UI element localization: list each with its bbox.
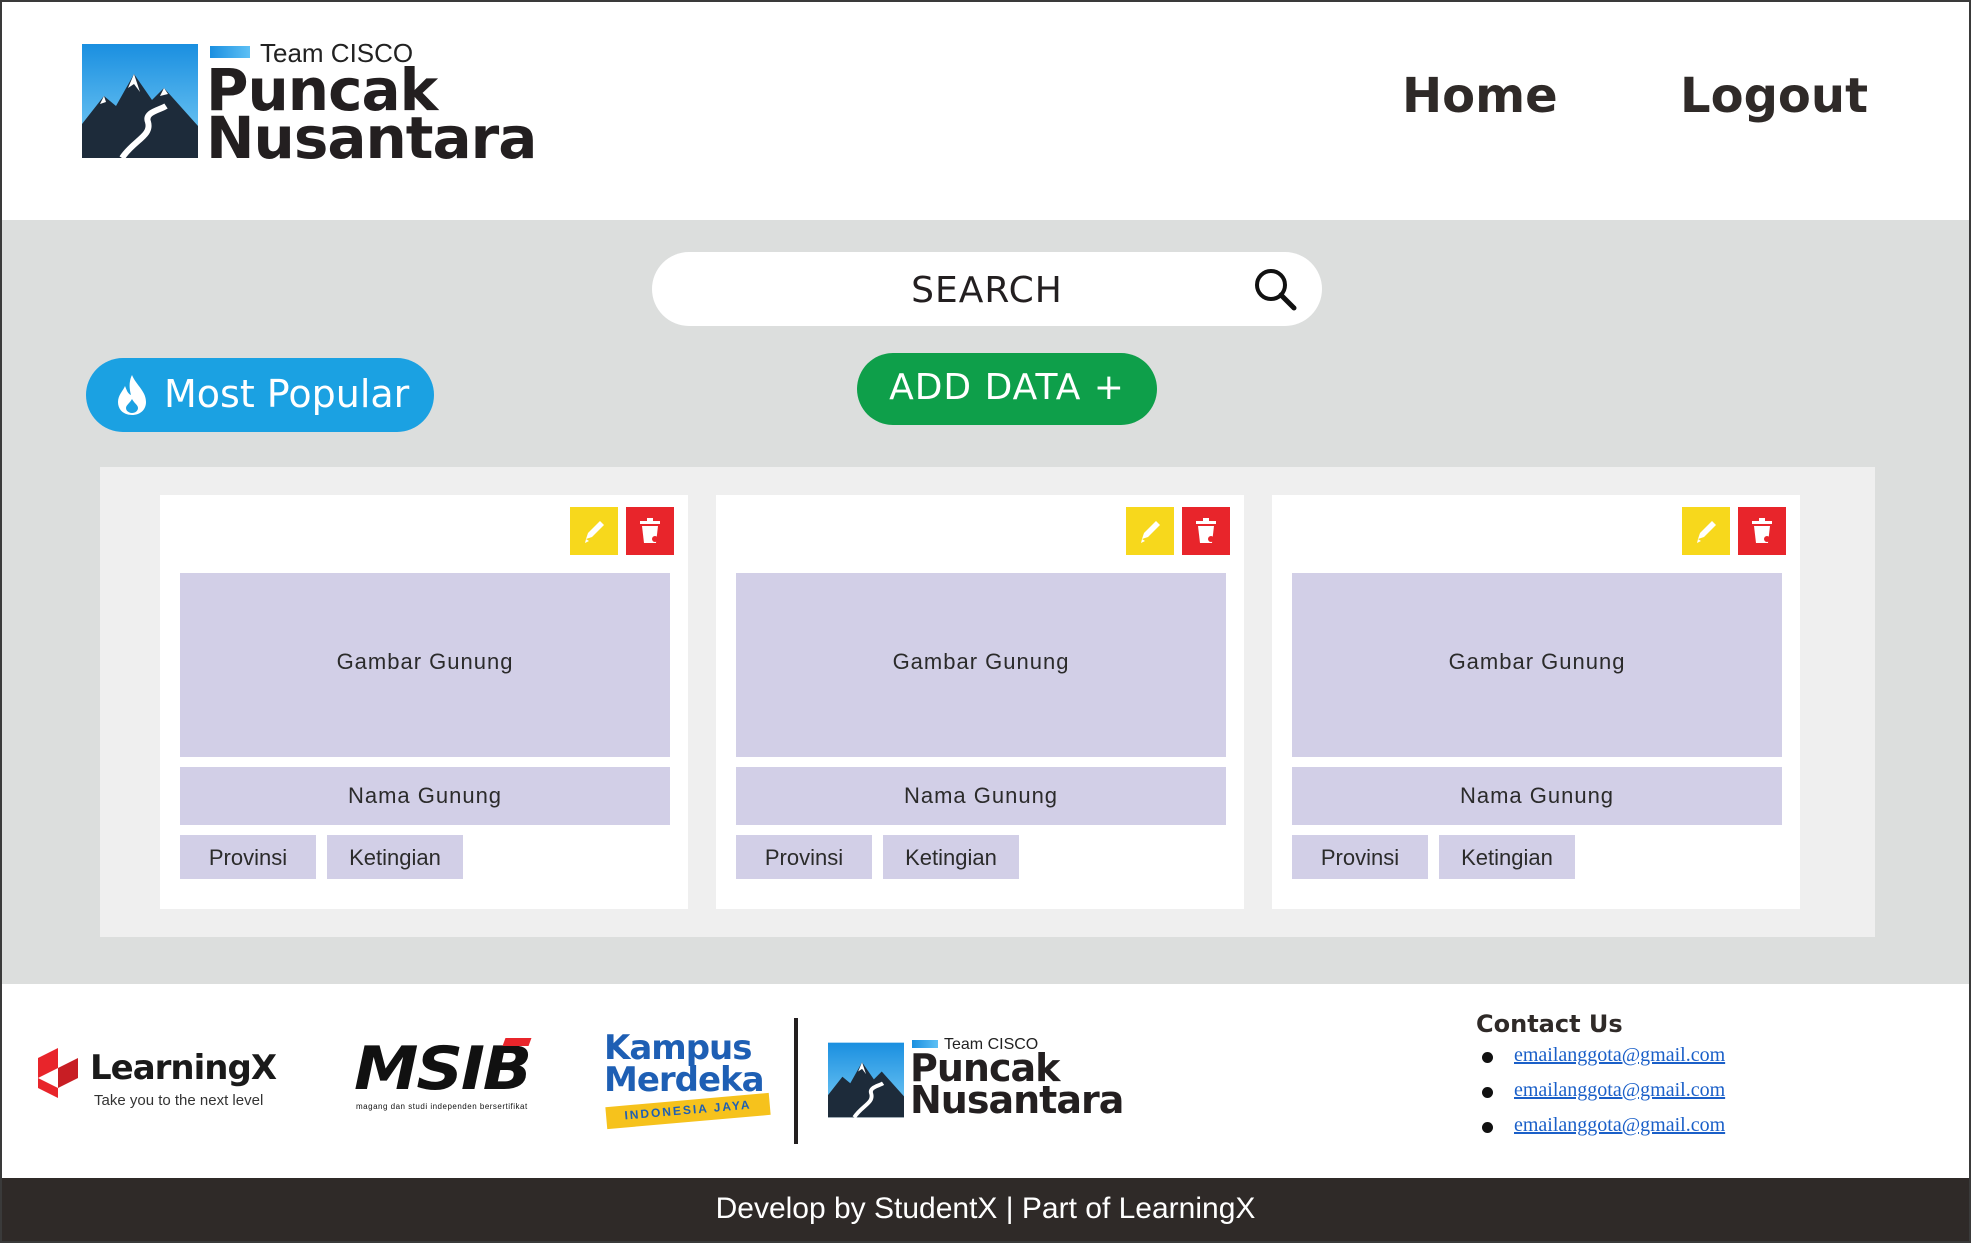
mountain-name: Nama Gunung [347, 783, 503, 808]
edit-button[interactable] [1126, 507, 1174, 555]
search-icon[interactable] [1252, 266, 1298, 312]
learningx-mark-icon [38, 1048, 78, 1098]
search-bar[interactable]: SEARCH [652, 252, 1322, 326]
fire-icon [118, 375, 146, 415]
most-popular-button[interactable]: Most Popular [86, 358, 434, 432]
page-frame: Team CISCO Puncak Nusantara Home Logout … [0, 0, 1971, 1243]
mountain-logo-icon [828, 1042, 904, 1118]
trash-icon [1196, 518, 1216, 543]
image-label: Gambar Gunung [1448, 649, 1626, 674]
trash-icon [1752, 518, 1772, 543]
footer-divider [794, 1018, 798, 1144]
mountain-name-field: Nama Gunung [736, 767, 1226, 825]
logo-title-line2: Nusantara [206, 104, 537, 172]
pencil-icon [1141, 521, 1160, 543]
learningx-name: LearningX [90, 1048, 277, 1088]
contact-section: Contact Us emailanggota@gmail.com emaila… [1476, 1010, 1896, 1149]
contact-item: emailanggota@gmail.com [1476, 1079, 1896, 1114]
mountain-image-placeholder: Gambar Gunung [736, 573, 1226, 757]
contact-email-link[interactable]: emailanggota@gmail.com [1514, 1044, 1725, 1066]
province-label: Provinsi [764, 845, 844, 870]
kampus-merdeka-logo: Kampus Merdeka INDONESIA JAYA [604, 1030, 774, 1130]
credit-text: Develop by StudentX | Part of LearningX [715, 1192, 1256, 1225]
mountain-name-field: Nama Gunung [180, 767, 670, 825]
province-label: Provinsi [208, 845, 288, 870]
mountain-card[interactable]: Gambar Gunung Nama Gunung Provinsi Ketin… [716, 495, 1244, 909]
add-data-label: ADD DATA + [889, 367, 1125, 408]
nav-home-link[interactable]: Home [1402, 68, 1558, 124]
learningx-tagline: Take you to the next level [94, 1092, 264, 1109]
province-label: Provinsi [1320, 845, 1400, 870]
contact-list: emailanggota@gmail.com emailanggota@gmai… [1476, 1044, 1896, 1149]
pencil-icon [585, 521, 604, 543]
add-data-button[interactable]: ADD DATA + [857, 353, 1157, 425]
bullet-icon [1482, 1052, 1493, 1063]
contact-email-link[interactable]: emailanggota@gmail.com [1514, 1079, 1725, 1101]
mountain-image-placeholder: Gambar Gunung [180, 573, 670, 757]
msib-logo: MSIB magang dan studi independen bersert… [354, 1034, 586, 1118]
height-tag: Ketingian [883, 835, 1019, 879]
province-tag: Provinsi [180, 835, 316, 879]
image-label: Gambar Gunung [892, 649, 1070, 674]
footer-brand-logo: Team CISCO Puncak Nusantara [828, 1036, 1128, 1126]
bullet-icon [1482, 1122, 1493, 1133]
height-tag: Ketingian [327, 835, 463, 879]
edit-button[interactable] [1682, 507, 1730, 555]
footer: LearningX Take you to the next level MSI… [2, 984, 1969, 1178]
kampus-merdeka-line2: Merdeka [604, 1060, 765, 1100]
height-label: Ketingian [1461, 845, 1553, 870]
mountain-name-field: Nama Gunung [1292, 767, 1782, 825]
credit-bar: Develop by StudentX | Part of LearningX [2, 1178, 1969, 1241]
nav-logout-link[interactable]: Logout [1680, 68, 1868, 124]
search-input[interactable]: SEARCH [652, 270, 1322, 311]
mountain-image-placeholder: Gambar Gunung [1292, 573, 1782, 757]
msib-subtitle: magang dan studi independen bersertifika… [356, 1102, 528, 1111]
mountain-name: Nama Gunung [1459, 783, 1615, 808]
contact-item: emailanggota@gmail.com [1476, 1044, 1896, 1079]
delete-button[interactable] [626, 507, 674, 555]
most-popular-label: Most Popular [164, 372, 410, 416]
delete-button[interactable] [1738, 507, 1786, 555]
edit-button[interactable] [570, 507, 618, 555]
contact-title: Contact Us [1476, 1010, 1623, 1038]
brand-logo[interactable]: Team CISCO Puncak Nusantara [82, 38, 542, 172]
mountain-card[interactable]: Gambar Gunung Nama Gunung Provinsi Ketin… [160, 495, 688, 909]
delete-button[interactable] [1182, 507, 1230, 555]
mountain-cards-panel: Gambar Gunung Nama Gunung Provinsi Ketin… [100, 467, 1875, 937]
main-content: SEARCH Most Popular ADD DATA + Gambar Gu… [2, 220, 1969, 984]
trash-icon [640, 518, 660, 543]
contact-email-link[interactable]: emailanggota@gmail.com [1514, 1114, 1725, 1136]
kampus-merdeka-strip-text: INDONESIA JAYA [623, 1097, 752, 1123]
height-label: Ketingian [905, 845, 997, 870]
mountain-name: Nama Gunung [903, 783, 1059, 808]
bullet-icon [1482, 1087, 1493, 1098]
msib-accent [502, 1038, 532, 1046]
header: Team CISCO Puncak Nusantara Home Logout [2, 2, 1969, 220]
height-label: Ketingian [349, 845, 441, 870]
mountain-logo-icon [82, 44, 198, 158]
contact-item: emailanggota@gmail.com [1476, 1114, 1896, 1149]
logo-title-line2: Nusantara [910, 1078, 1124, 1122]
height-tag: Ketingian [1439, 835, 1575, 879]
province-tag: Provinsi [1292, 835, 1428, 879]
pencil-icon [1697, 521, 1716, 543]
province-tag: Provinsi [736, 835, 872, 879]
learningx-logo: LearningX Take you to the next level [36, 1038, 336, 1118]
mountain-card[interactable]: Gambar Gunung Nama Gunung Provinsi Ketin… [1272, 495, 1800, 909]
image-label: Gambar Gunung [336, 649, 514, 674]
